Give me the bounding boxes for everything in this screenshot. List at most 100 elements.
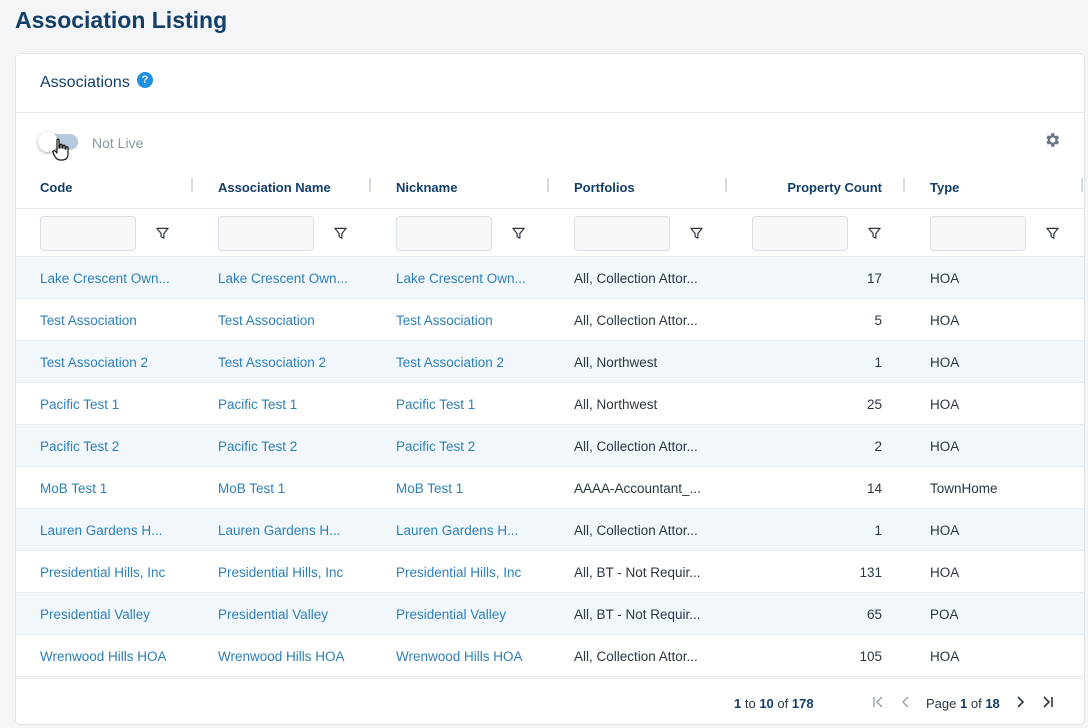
page-label: Page (926, 696, 957, 711)
association-name-cell[interactable]: Presidential Hills, Inc (218, 551, 378, 593)
code-cell[interactable]: MoB Test 1 (40, 467, 200, 509)
table-row[interactable]: Test Association Test Association Test A… (16, 299, 1084, 341)
table-row[interactable]: Pacific Test 2 Pacific Test 2 Pacific Te… (16, 425, 1084, 467)
nickname-filter-input[interactable] (396, 216, 492, 251)
code-cell[interactable]: Presidential Hills, Inc (40, 551, 200, 593)
property-count-cell: 17 (866, 270, 882, 286)
table-row[interactable]: Wrenwood Hills HOA Wrenwood Hills HOA Wr… (16, 635, 1084, 677)
table-row[interactable]: Lauren Gardens H... Lauren Gardens H... … (16, 509, 1084, 551)
table-row[interactable]: Lake Crescent Own... Lake Crescent Own..… (16, 257, 1084, 299)
association-name-cell[interactable]: Test Association (218, 299, 378, 341)
portfolios-cell: All, Collection Attor... (574, 270, 698, 286)
filter-icon[interactable] (868, 227, 881, 240)
association-name-cell[interactable]: MoB Test 1 (218, 467, 378, 509)
portfolios-cell: All, Northwest (574, 396, 658, 412)
filter-icon[interactable] (334, 227, 347, 240)
portfolios-cell: AAAA-Accountant_... (574, 480, 701, 496)
property-count-cell: 5 (874, 312, 882, 328)
nickname-cell[interactable]: Pacific Test 2 (396, 425, 556, 467)
nickname-cell[interactable]: Lauren Gardens H... (396, 509, 556, 551)
column-resize-handle[interactable] (1081, 178, 1083, 192)
association-name-cell[interactable]: Lauren Gardens H... (218, 509, 378, 551)
hand-pointer-icon (52, 138, 69, 161)
column-resize-handle[interactable] (191, 178, 193, 192)
nickname-cell[interactable]: Presidential Hills, Inc (396, 551, 556, 593)
table-row[interactable]: Presidential Valley Presidential Valley … (16, 593, 1084, 635)
association-name-filter-input[interactable] (218, 216, 314, 251)
column-header-nickname[interactable]: Nickname (396, 167, 457, 208)
table-body: Lake Crescent Own... Lake Crescent Own..… (16, 257, 1084, 677)
code-cell[interactable]: Lake Crescent Own... (40, 257, 200, 299)
column-header-code[interactable]: Code (40, 167, 73, 208)
property-count-cell: 14 (866, 480, 882, 496)
association-name-cell[interactable]: Test Association 2 (218, 341, 378, 383)
association-name-cell[interactable]: Presidential Valley (218, 593, 378, 635)
nickname-cell[interactable]: Pacific Test 1 (396, 383, 556, 425)
gear-icon[interactable] (1043, 131, 1061, 149)
help-icon[interactable]: ? (137, 72, 153, 88)
type-cell: HOA (930, 312, 960, 328)
nickname-cell[interactable]: Wrenwood Hills HOA (396, 635, 556, 677)
column-resize-handle[interactable] (903, 178, 905, 192)
code-cell[interactable]: Test Association 2 (40, 341, 200, 383)
code-cell[interactable]: Pacific Test 2 (40, 425, 200, 467)
filter-icon[interactable] (156, 227, 169, 240)
code-filter-input[interactable] (40, 216, 136, 251)
association-name-cell[interactable]: Pacific Test 1 (218, 383, 378, 425)
card-title: Associations (40, 74, 130, 91)
property-count-cell: 1 (874, 522, 882, 538)
row-range-summary: 1 to 10 of 178 (734, 696, 814, 711)
nickname-cell[interactable]: Test Association (396, 299, 556, 341)
last-page-icon[interactable] (1040, 694, 1056, 710)
card-header: Associations ? (16, 54, 1084, 113)
property-count-cell: 2 (874, 438, 882, 454)
prev-page-icon[interactable] (898, 694, 914, 710)
next-page-icon[interactable] (1012, 694, 1028, 710)
type-cell: HOA (930, 648, 960, 664)
nickname-cell[interactable]: Presidential Valley (396, 593, 556, 635)
type-filter-input[interactable] (930, 216, 1026, 251)
portfolios-cell: All, BT - Not Requir... (574, 564, 701, 580)
portfolios-filter-input[interactable] (574, 216, 670, 251)
nickname-cell[interactable]: Lake Crescent Own... (396, 257, 556, 299)
table-row[interactable]: MoB Test 1 MoB Test 1 MoB Test 1 AAAA-Ac… (16, 467, 1084, 509)
nickname-cell[interactable]: Test Association 2 (396, 341, 556, 383)
filter-icon[interactable] (690, 227, 703, 240)
column-header-property-count[interactable]: Property Count (752, 167, 882, 208)
table-row[interactable]: Pacific Test 1 Pacific Test 1 Pacific Te… (16, 383, 1084, 425)
code-cell[interactable]: Presidential Valley (40, 593, 200, 635)
first-page-icon[interactable] (870, 694, 886, 710)
association-name-cell[interactable]: Wrenwood Hills HOA (218, 635, 378, 677)
association-name-cell[interactable]: Lake Crescent Own... (218, 257, 378, 299)
type-cell: HOA (930, 564, 960, 580)
filter-icon[interactable] (1046, 227, 1059, 240)
portfolios-cell: All, Collection Attor... (574, 522, 698, 538)
association-name-cell[interactable]: Pacific Test 2 (218, 425, 378, 467)
property-count-cell: 65 (866, 606, 882, 622)
column-header-portfolios[interactable]: Portfolios (574, 167, 635, 208)
toggle-label: Not Live (92, 135, 144, 151)
column-resize-handle[interactable] (369, 178, 371, 192)
column-resize-handle[interactable] (547, 178, 549, 192)
column-header-association-name[interactable]: Association Name (218, 167, 331, 208)
filter-row (16, 208, 1084, 257)
code-cell[interactable]: Wrenwood Hills HOA (40, 635, 200, 677)
nickname-cell[interactable]: MoB Test 1 (396, 467, 556, 509)
code-cell[interactable]: Lauren Gardens H... (40, 509, 200, 551)
associations-card: Associations ? Not Live Code Association… (15, 53, 1085, 725)
property-count-cell: 25 (866, 396, 882, 412)
filter-icon[interactable] (512, 227, 525, 240)
table-row[interactable]: Presidential Hills, Inc Presidential Hil… (16, 551, 1084, 593)
page-title: Association Listing (15, 7, 228, 33)
portfolios-cell: All, Collection Attor... (574, 312, 698, 328)
code-cell[interactable]: Pacific Test 1 (40, 383, 200, 425)
code-cell[interactable]: Test Association (40, 299, 200, 341)
page-of-label: of (970, 696, 982, 711)
table-row[interactable]: Test Association 2 Test Association 2 Te… (16, 341, 1084, 383)
column-header-type[interactable]: Type (930, 167, 959, 208)
type-cell: HOA (930, 396, 960, 412)
column-resize-handle[interactable] (725, 178, 727, 192)
range-start: 1 (734, 696, 742, 711)
toolbar: Not Live (16, 113, 1084, 169)
property-count-filter-input[interactable] (752, 216, 848, 251)
